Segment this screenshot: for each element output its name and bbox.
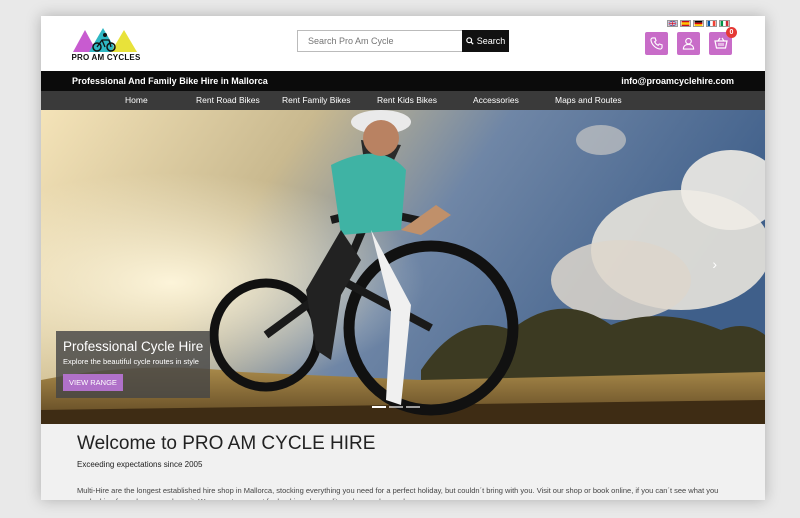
welcome-title: Welcome to PRO AM CYCLE HIRE [77, 433, 376, 454]
slide-dot[interactable] [372, 406, 386, 408]
slide-dot[interactable] [406, 406, 420, 408]
logo-triangles-icon [73, 28, 137, 52]
nav-item-rent-kids-bikes[interactable]: Rent Kids Bikes [377, 95, 437, 105]
nav-item-accessories[interactable]: Accessories [473, 95, 519, 105]
hero-subtitle: Explore the beautiful cycle routes in st… [63, 357, 199, 366]
nav-item-rent-road-bikes[interactable]: Rent Road Bikes [196, 95, 260, 105]
nav-item-maps-and-routes[interactable]: Maps and Routes [555, 95, 622, 105]
phone-button[interactable] [645, 32, 668, 55]
german-flag-icon[interactable] [693, 20, 704, 27]
spanish-flag-icon[interactable] [680, 20, 691, 27]
hero-caption: Professional Cycle Hire Explore the beau… [56, 331, 210, 398]
site-logo[interactable]: PRO AM CYCLES [71, 26, 141, 62]
welcome-subtitle: Exceeding expectations since 2005 [77, 460, 203, 469]
nav-item-rent-family-bikes[interactable]: Rent Family Bikes [282, 95, 351, 105]
browser-page: PRO AM CYCLES Search Pro Am Cycle Search… [41, 16, 765, 500]
slide-dot[interactable] [389, 406, 403, 408]
slider-pagination [372, 406, 420, 408]
english-flag-icon[interactable] [667, 20, 678, 27]
search-button-label: Search [476, 36, 506, 46]
cart-button[interactable]: 0 [709, 27, 737, 55]
search-input[interactable] [297, 30, 462, 52]
site-header: PRO AM CYCLES Search Pro Am Cycle Search… [41, 16, 765, 71]
contact-email-link[interactable]: info@proamcyclehire.com [621, 76, 734, 86]
nav-item-home[interactable]: Home [125, 95, 148, 105]
hero-title: Professional Cycle Hire [63, 339, 204, 354]
account-button[interactable] [677, 32, 700, 55]
welcome-section: Welcome to PRO AM CYCLE HIRE Exceeding e… [41, 424, 765, 500]
search-icon [465, 37, 474, 45]
tagline: Professional And Family Bike Hire in Mal… [72, 76, 268, 86]
user-icon [682, 37, 695, 50]
top-info-bar: Professional And Family Bike Hire in Mal… [41, 71, 765, 91]
welcome-body-text: Multi-Hire are the longest established h… [77, 486, 719, 500]
view-range-button[interactable]: VIEW RANGE [63, 374, 123, 391]
logo-text: PRO AM CYCLES [71, 53, 141, 62]
main-nav: Home Rent Road Bikes Rent Family Bikes R… [41, 91, 765, 110]
italian-flag-icon[interactable] [719, 20, 730, 27]
search-button[interactable]: Search [462, 30, 509, 52]
language-selector [667, 20, 730, 27]
hero-slider: Professional Cycle Hire Explore the beau… [41, 110, 765, 424]
chevron-right-icon[interactable]: › [712, 256, 717, 272]
search-bar: Search [297, 30, 509, 52]
french-flag-icon[interactable] [706, 20, 717, 27]
phone-icon [650, 37, 663, 50]
cart-icon [713, 37, 728, 49]
cart-count-badge: 0 [726, 27, 737, 38]
